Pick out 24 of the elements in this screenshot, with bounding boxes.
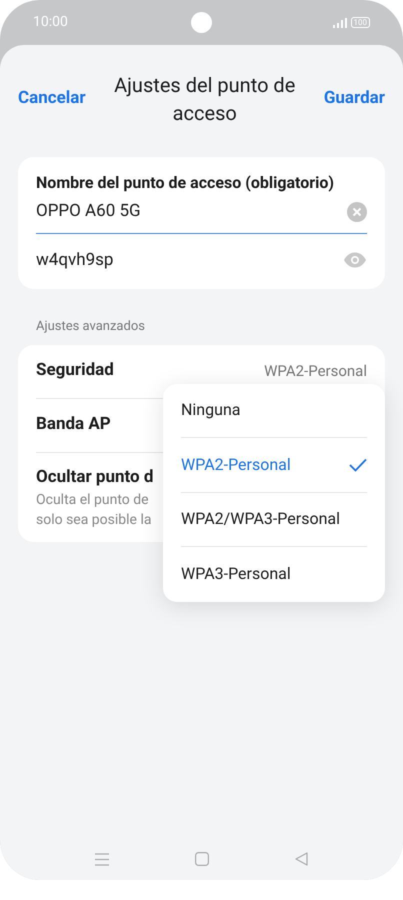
status-time: 10:00 (33, 13, 68, 32)
menu-item[interactable]: WPA2-Personal (181, 438, 367, 492)
camera-hole (191, 12, 212, 33)
check-icon (349, 458, 367, 472)
setting-description: Oculta el punto de (36, 491, 149, 510)
menu-icon[interactable] (95, 852, 109, 866)
setting-label: Ocultar punto d (36, 466, 154, 488)
menu-item[interactable]: Ninguna (181, 384, 367, 438)
page-title: Ajustes del punto de acceso (113, 72, 296, 127)
cancel-button[interactable]: Cancelar (18, 86, 86, 112)
clear-icon[interactable] (347, 202, 367, 222)
battery-indicator: 100 (350, 17, 370, 28)
save-button[interactable]: Guardar (324, 86, 385, 112)
menu-item[interactable]: WPA3-Personal (181, 547, 367, 602)
back-icon[interactable] (295, 852, 308, 866)
field-label: Nombre del punto de acceso (obligatorio) (36, 172, 336, 194)
signal-icon (332, 18, 346, 28)
password-input-field[interactable]: w4qvh9sp (36, 234, 367, 279)
home-icon[interactable] (195, 852, 209, 866)
eye-icon[interactable] (343, 252, 367, 268)
section-label: Ajustes avanzados (36, 318, 146, 336)
menu-item[interactable]: WPA2/WPA3-Personal (181, 492, 367, 547)
name-input-field[interactable]: OPPO A60 5G (36, 195, 367, 234)
setting-description: solo sea posible la (36, 511, 152, 530)
